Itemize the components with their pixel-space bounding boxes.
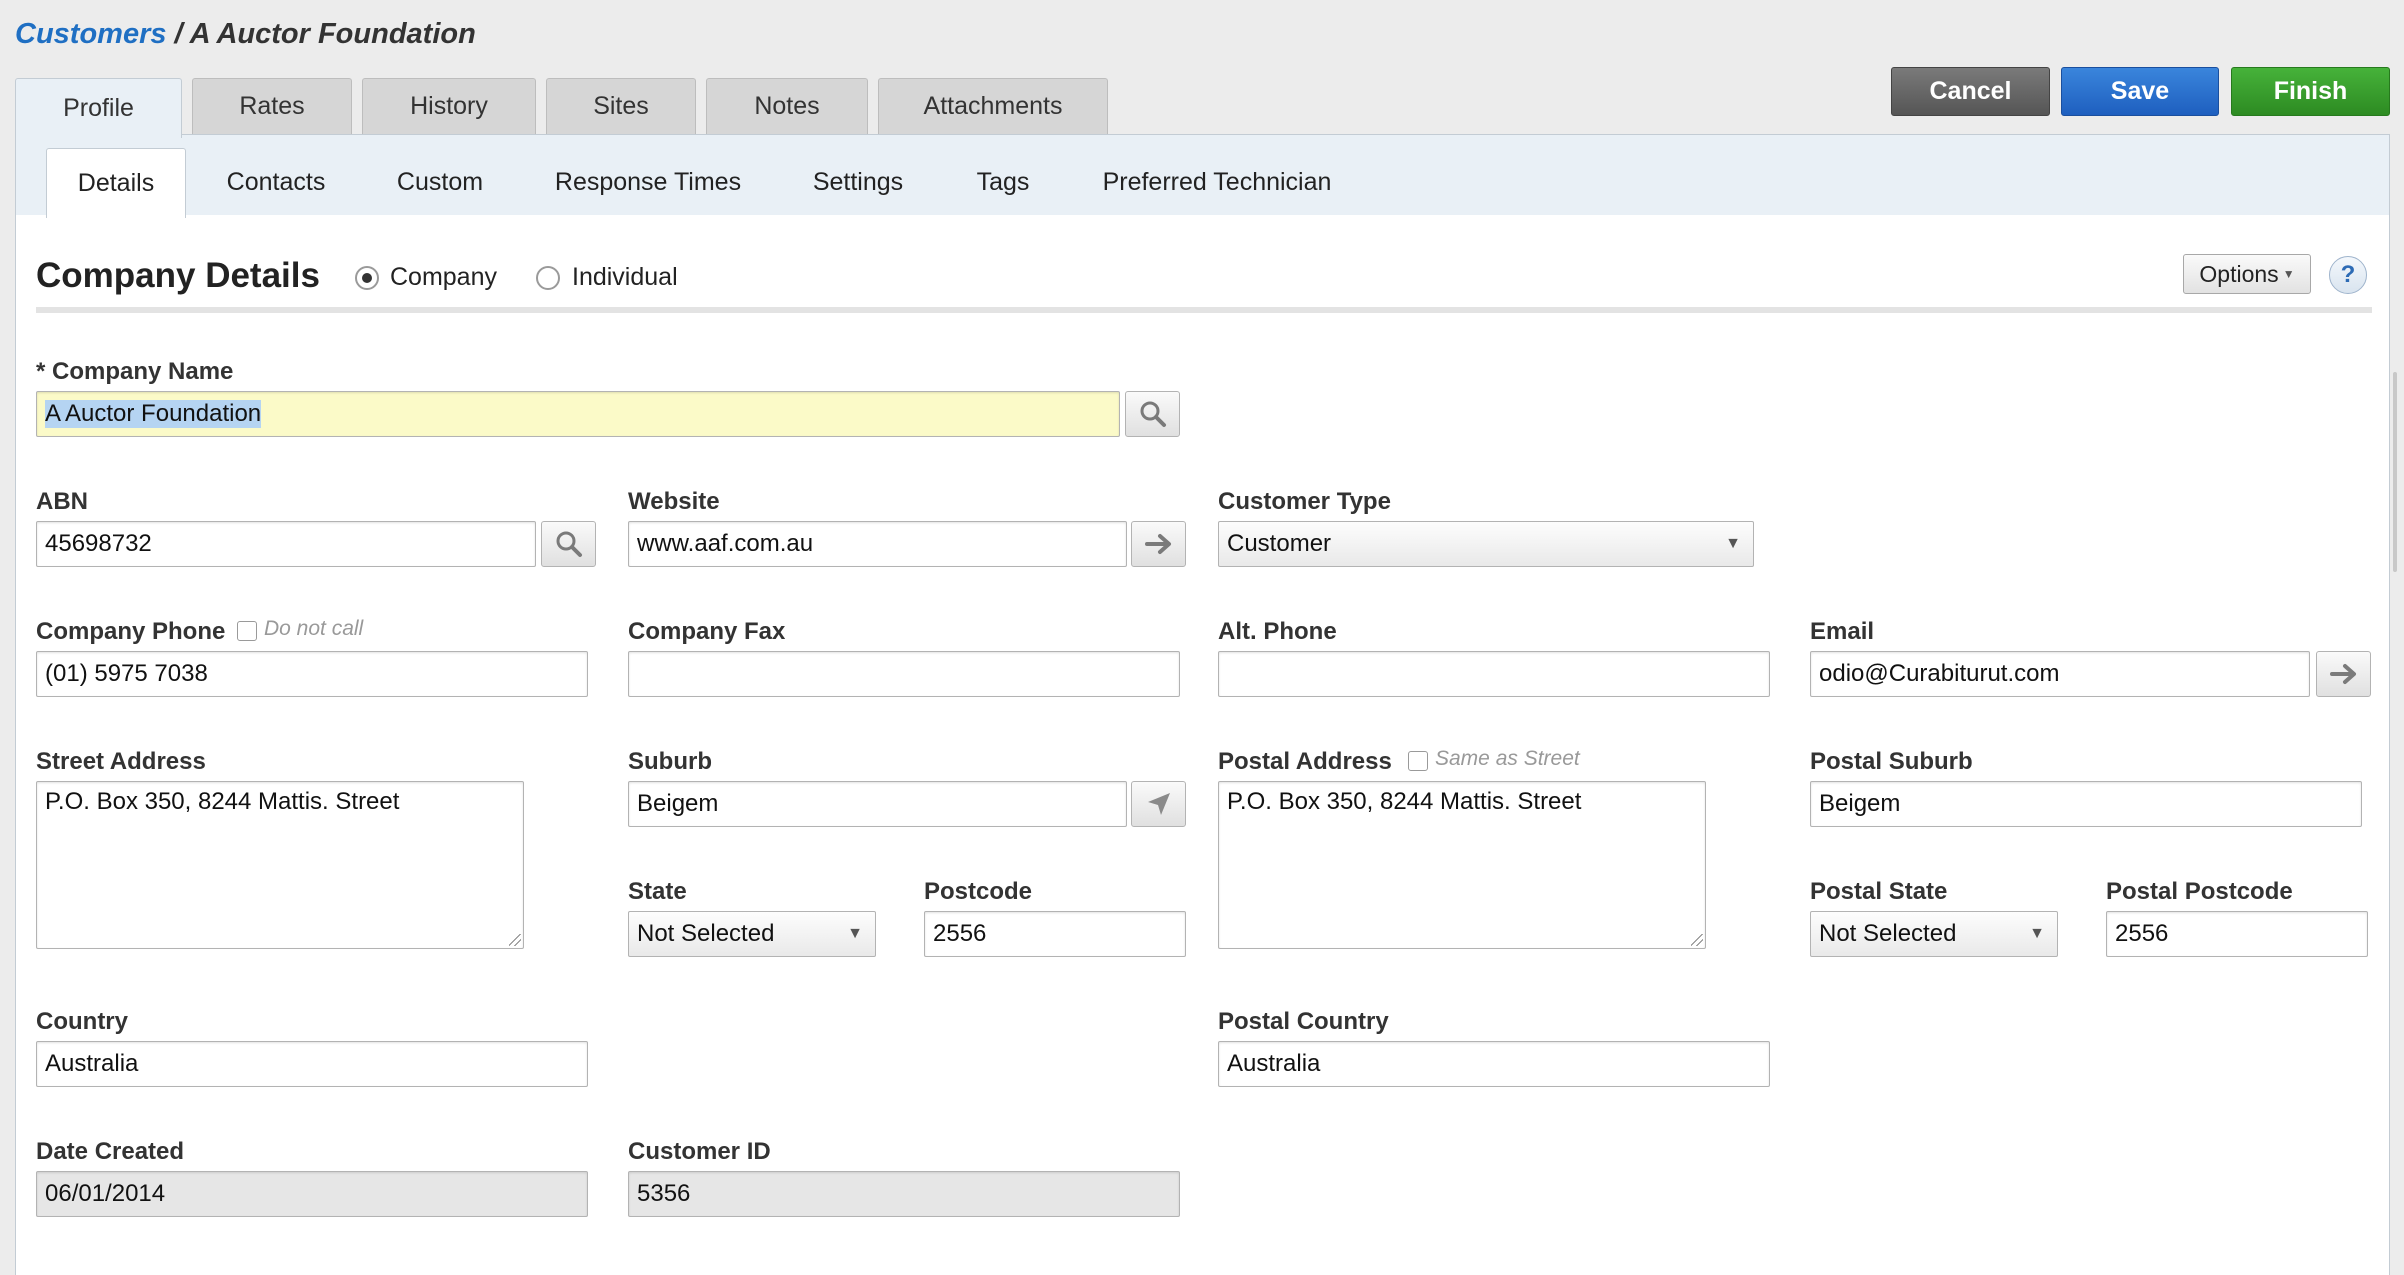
- street-address-textarea[interactable]: P.O. Box 350, 8244 Mattis. Street: [36, 781, 524, 949]
- subtab-custom[interactable]: Custom: [370, 148, 510, 216]
- do-not-call-checkbox[interactable]: [237, 621, 257, 641]
- suburb-label: Suburb: [628, 748, 712, 775]
- tab-notes[interactable]: Notes: [706, 78, 868, 134]
- radio-individual[interactable]: [536, 266, 560, 290]
- postal-address-value: P.O. Box 350, 8244 Mattis. Street: [1227, 788, 1582, 815]
- company-name-label: * Company Name: [36, 358, 234, 385]
- abn-search-button[interactable]: [541, 521, 596, 567]
- cancel-button[interactable]: Cancel: [1891, 67, 2050, 116]
- postcode-label: Postcode: [924, 878, 1033, 905]
- location-arrow-icon: [1147, 793, 1170, 815]
- postal-address-label: Postal Address: [1218, 748, 1392, 775]
- postcode-input[interactable]: 2556: [924, 911, 1186, 957]
- postal-country-label: Postal Country: [1218, 1008, 1389, 1035]
- alt-phone-input[interactable]: [1218, 651, 1770, 697]
- radio-individual-label[interactable]: Individual: [572, 263, 678, 292]
- details-panel: [15, 215, 2390, 1275]
- company-fax-input[interactable]: [628, 651, 1180, 697]
- website-open-button[interactable]: [1131, 521, 1186, 567]
- website-label: Website: [628, 488, 720, 515]
- customer-id-field: 5356: [628, 1171, 1180, 1217]
- subtab-preferred-technician[interactable]: Preferred Technician: [1090, 148, 1344, 216]
- options-button[interactable]: Options ▼: [2183, 254, 2311, 294]
- chevron-down-icon: ▼: [2029, 925, 2045, 942]
- postal-state-value: Not Selected: [1819, 920, 1957, 947]
- chevron-down-icon: ▼: [2282, 267, 2295, 281]
- alt-phone-label: Alt. Phone: [1218, 618, 1337, 645]
- same-as-street-label: Same as Street: [1435, 747, 1580, 770]
- help-icon[interactable]: ?: [2329, 256, 2367, 294]
- postal-state-label: Postal State: [1810, 878, 1948, 905]
- chevron-down-icon: ▼: [847, 925, 863, 942]
- customer-type-select[interactable]: Customer ▼: [1218, 521, 1754, 567]
- same-as-street-checkbox[interactable]: [1408, 751, 1428, 771]
- date-created-label: Date Created: [36, 1138, 185, 1165]
- subtab-response-times[interactable]: Response Times: [540, 148, 756, 216]
- tab-history[interactable]: History: [362, 78, 536, 134]
- scrollbar[interactable]: [2393, 372, 2397, 572]
- subtab-contacts[interactable]: Contacts: [200, 148, 352, 216]
- suburb-input[interactable]: Beigem: [628, 781, 1127, 827]
- suburb-locate-button[interactable]: [1131, 781, 1186, 827]
- date-created-field: 06/01/2014: [36, 1171, 588, 1217]
- subtab-details[interactable]: Details: [46, 148, 186, 218]
- search-icon: [1140, 401, 1166, 427]
- finish-button[interactable]: Finish: [2231, 67, 2390, 116]
- postal-suburb-input[interactable]: Beigem: [1810, 781, 2362, 827]
- state-label: State: [628, 878, 687, 905]
- company-phone-label: Company Phone: [36, 618, 226, 645]
- arrow-right-icon: [1144, 534, 1171, 554]
- subtab-tags[interactable]: Tags: [955, 148, 1051, 216]
- tab-profile[interactable]: Profile: [15, 78, 182, 138]
- radio-company[interactable]: [355, 266, 379, 290]
- search-icon: [556, 531, 582, 557]
- company-phone-input[interactable]: (01) 5975 7038: [36, 651, 588, 697]
- abn-input[interactable]: 45698732: [36, 521, 536, 567]
- customer-type-value: Customer: [1227, 530, 1332, 557]
- breadcrumb-separator: /: [166, 18, 190, 50]
- customer-type-label: Customer Type: [1218, 488, 1391, 515]
- state-select[interactable]: Not Selected ▼: [628, 911, 876, 957]
- email-label: Email: [1810, 618, 1875, 645]
- company-name-input[interactable]: A Auctor Foundation: [36, 391, 1120, 437]
- state-value: Not Selected: [637, 920, 775, 947]
- company-fax-label: Company Fax: [628, 618, 786, 645]
- resize-grip-icon[interactable]: [509, 934, 521, 946]
- options-label: Options: [2199, 260, 2279, 287]
- resize-grip-icon[interactable]: [1691, 934, 1703, 946]
- postal-postcode-label: Postal Postcode: [2106, 878, 2293, 905]
- customer-id-label: Customer ID: [628, 1138, 771, 1165]
- company-name-value: A Auctor Foundation: [45, 400, 262, 428]
- email-input[interactable]: odio@Curabiturut.com: [1810, 651, 2310, 697]
- country-label: Country: [36, 1008, 128, 1035]
- street-address-value: P.O. Box 350, 8244 Mattis. Street: [45, 788, 400, 815]
- breadcrumb-current: A Auctor Foundation: [189, 18, 476, 50]
- do-not-call-label: Do not call: [264, 617, 364, 640]
- chevron-down-icon: ▼: [1725, 535, 1741, 552]
- postal-country-input[interactable]: Australia: [1218, 1041, 1770, 1087]
- section-divider: [36, 307, 2372, 313]
- email-send-button[interactable]: [2316, 651, 2371, 697]
- tab-sites[interactable]: Sites: [546, 78, 696, 134]
- breadcrumb: Customers / A Auctor Foundation: [15, 18, 476, 51]
- abn-label: ABN: [36, 488, 88, 515]
- postal-address-textarea[interactable]: P.O. Box 350, 8244 Mattis. Street: [1218, 781, 1706, 949]
- section-title: Company Details: [36, 256, 320, 295]
- postal-state-select[interactable]: Not Selected ▼: [1810, 911, 2058, 957]
- save-button[interactable]: Save: [2061, 67, 2219, 116]
- website-input[interactable]: www.aaf.com.au: [628, 521, 1127, 567]
- breadcrumb-customers-link[interactable]: Customers: [15, 18, 167, 50]
- street-address-label: Street Address: [36, 748, 206, 775]
- postal-suburb-label: Postal Suburb: [1810, 748, 1973, 775]
- company-search-button[interactable]: [1125, 391, 1180, 437]
- radio-company-label[interactable]: Company: [390, 263, 497, 292]
- tab-rates[interactable]: Rates: [192, 78, 352, 134]
- arrow-right-icon: [2329, 664, 2356, 684]
- subtab-settings[interactable]: Settings: [790, 148, 926, 216]
- postal-postcode-input[interactable]: 2556: [2106, 911, 2368, 957]
- country-input[interactable]: Australia: [36, 1041, 588, 1087]
- tab-attachments[interactable]: Attachments: [878, 78, 1108, 134]
